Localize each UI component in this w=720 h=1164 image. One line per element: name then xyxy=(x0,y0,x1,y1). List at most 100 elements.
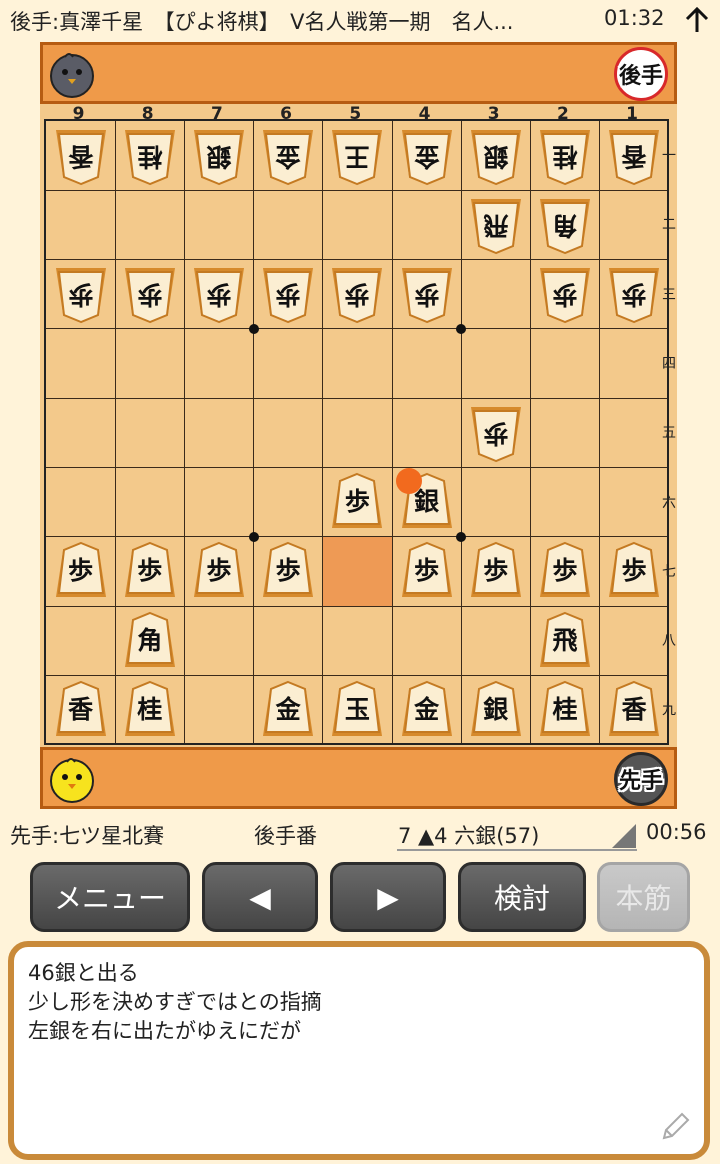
shogi-piece[interactable]: 銀 xyxy=(468,680,524,740)
shogi-piece[interactable]: 歩 xyxy=(53,264,109,324)
row-label: 三 xyxy=(662,286,676,303)
shogi-piece[interactable]: 桂 xyxy=(122,680,178,740)
game-title: 後手:真澤千星 【ぴよ将棋】 V名人戦第一期 名人... xyxy=(10,10,514,34)
shogi-piece[interactable]: 桂 xyxy=(537,126,593,186)
gote-piece-stand[interactable]: 後手 xyxy=(40,42,677,104)
grid-line xyxy=(114,121,116,743)
star-point xyxy=(456,531,467,542)
sente-label: 先手 xyxy=(618,769,663,794)
shogi-piece[interactable]: 銀 xyxy=(468,126,524,186)
last-move-origin-cell[interactable] xyxy=(322,536,392,607)
turn-indicator: 後手番 xyxy=(254,824,317,848)
piece-label: 飛 xyxy=(552,625,578,655)
shogi-piece[interactable]: 歩 xyxy=(399,541,455,601)
main-line-button[interactable]: 本筋 xyxy=(597,862,690,932)
shogi-piece[interactable]: 金 xyxy=(260,680,316,740)
comment-box[interactable]: 46銀と出る 少し形を決めすぎではとの指摘 左銀を右に出たがゆえにだが xyxy=(8,941,710,1160)
shogi-piece[interactable]: 歩 xyxy=(122,264,178,324)
piece-label: 歩 xyxy=(483,418,509,448)
shogi-piece[interactable]: 歩 xyxy=(329,472,385,532)
shogi-piece[interactable]: 歩 xyxy=(537,541,593,601)
pencil-icon[interactable] xyxy=(658,1110,692,1144)
shogi-piece[interactable]: 歩 xyxy=(191,541,247,601)
status-bar: 先手:七ツ星北賽 後手番 7 ▲4 六銀(57) 00:56 xyxy=(0,816,720,856)
shogi-piece[interactable]: 歩 xyxy=(260,541,316,601)
sente-player-name: 先手:七ツ星北賽 xyxy=(10,824,165,848)
grid-line xyxy=(46,189,667,191)
move-selector-underline xyxy=(397,849,637,851)
column-label: 8 xyxy=(141,104,154,124)
piece-label: 歩 xyxy=(68,280,94,310)
shogi-piece[interactable]: 金 xyxy=(260,126,316,186)
piece-label: 桂 xyxy=(552,141,578,171)
piece-label: 歩 xyxy=(552,280,578,310)
analyze-button[interactable]: 検討 xyxy=(458,862,586,932)
shogi-board[interactable]: 香桂銀金王金銀桂香飛角歩歩歩歩歩歩歩歩歩歩銀歩歩歩歩歩歩歩歩角飛香桂金玉金銀桂香 xyxy=(44,119,669,745)
grid-line xyxy=(529,121,531,743)
row-label: 八 xyxy=(662,633,676,650)
shogi-piece[interactable]: 歩 xyxy=(468,541,524,601)
grid-line xyxy=(46,467,667,468)
piece-label: 王 xyxy=(344,141,370,171)
shogi-piece[interactable]: 歩 xyxy=(329,264,385,324)
grid-line xyxy=(253,121,255,743)
shogi-piece[interactable]: 歩 xyxy=(122,541,178,601)
piece-label: 歩 xyxy=(68,556,94,586)
shogi-piece[interactable]: 歩 xyxy=(537,264,593,324)
shogi-piece[interactable]: 香 xyxy=(606,126,662,186)
shogi-piece[interactable]: 歩 xyxy=(606,541,662,601)
piece-label: 玉 xyxy=(344,695,370,725)
shogi-piece[interactable]: 香 xyxy=(53,126,109,186)
shogi-piece[interactable]: 銀 xyxy=(191,126,247,186)
piece-label: 歩 xyxy=(137,280,163,310)
gote-clock: 01:32 xyxy=(604,6,665,30)
grid-line xyxy=(46,605,667,607)
shogi-piece[interactable]: 香 xyxy=(606,680,662,740)
comment-text: 46銀と出る 少し形を決めすぎではとの指摘 左銀を右に出たがゆえにだが xyxy=(28,961,322,1043)
shogi-piece[interactable]: 歩 xyxy=(606,264,662,324)
piece-label: 歩 xyxy=(414,280,440,310)
grid-line xyxy=(46,328,667,330)
piece-label: 金 xyxy=(414,695,440,725)
grid-line xyxy=(46,674,667,676)
move-selector[interactable]: 7 ▲4 六銀(57) xyxy=(398,820,539,850)
shogi-piece[interactable]: 飛 xyxy=(537,611,593,671)
shogi-piece[interactable]: 歩 xyxy=(399,264,455,324)
sente-piece-stand[interactable]: 先手 xyxy=(40,747,677,809)
piece-label: 歩 xyxy=(206,280,232,310)
arrow-up-icon[interactable] xyxy=(683,6,711,34)
title-bar: 後手:真澤千星 【ぴよ将棋】 V名人戦第一期 名人... 01:32 xyxy=(0,0,720,42)
shogi-piece[interactable]: 歩 xyxy=(191,264,247,324)
shogi-piece[interactable]: 桂 xyxy=(122,126,178,186)
piece-label: 金 xyxy=(414,141,440,171)
column-label: 7 xyxy=(210,104,223,124)
star-point xyxy=(248,323,259,334)
shogi-piece[interactable]: 桂 xyxy=(537,680,593,740)
next-move-button[interactable]: ▶ xyxy=(330,862,446,932)
piece-label: 飛 xyxy=(483,210,509,240)
piece-label: 歩 xyxy=(621,556,647,586)
prev-move-button[interactable]: ◀ xyxy=(202,862,318,932)
shogi-piece[interactable]: 歩 xyxy=(468,403,524,463)
shogi-piece[interactable]: 角 xyxy=(537,195,593,255)
row-label: 六 xyxy=(662,494,676,511)
piece-label: 金 xyxy=(275,141,301,171)
sente-avatar-icon xyxy=(50,758,94,803)
shogi-piece[interactable]: 飛 xyxy=(468,195,524,255)
shogi-piece[interactable]: 歩 xyxy=(260,264,316,324)
shogi-piece[interactable]: 歩 xyxy=(53,541,109,601)
shogi-piece[interactable]: 角 xyxy=(122,611,178,671)
grid-line xyxy=(322,121,324,743)
shogi-piece[interactable]: 香 xyxy=(53,680,109,740)
row-label: 四 xyxy=(662,355,676,372)
piece-label: 香 xyxy=(68,141,94,171)
dropdown-corner-icon[interactable] xyxy=(612,824,636,848)
shogi-piece[interactable]: 王 xyxy=(329,126,385,186)
shogi-piece[interactable]: 金 xyxy=(399,680,455,740)
menu-button[interactable]: メニュー xyxy=(30,862,190,932)
shogi-piece[interactable]: 金 xyxy=(399,126,455,186)
piece-label: 歩 xyxy=(137,556,163,586)
column-label: 6 xyxy=(280,104,293,124)
grid-line xyxy=(46,397,667,399)
shogi-piece[interactable]: 玉 xyxy=(329,680,385,740)
